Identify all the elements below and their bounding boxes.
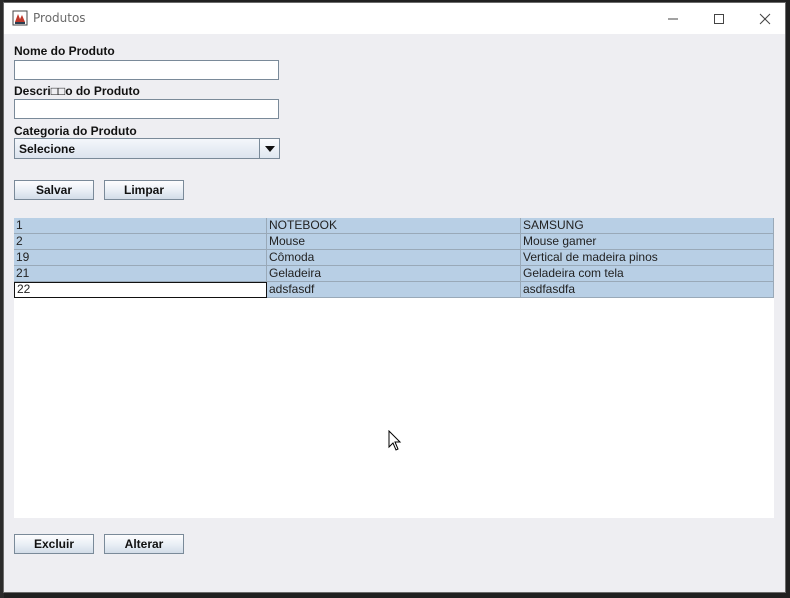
maximize-button[interactable] — [696, 3, 742, 34]
table-row[interactable]: 2 Mouse Mouse gamer — [14, 234, 774, 250]
table-cell-name[interactable]: adsfasdf — [267, 282, 521, 298]
edit-button[interactable]: Alterar — [104, 534, 184, 554]
close-button[interactable] — [742, 3, 788, 34]
window-title: Produtos — [33, 11, 86, 25]
table-cell-id[interactable]: 1 — [14, 218, 267, 234]
table-cell-id[interactable]: 21 — [14, 266, 267, 282]
category-label: Categoria do Produto — [14, 124, 137, 138]
minimize-button[interactable] — [650, 3, 696, 34]
table-cell-description[interactable]: SAMSUNG — [521, 218, 774, 234]
window-content: Nome do Produto Descri□□o do Produto Cat… — [4, 34, 785, 592]
table-cell-description[interactable]: Mouse gamer — [521, 234, 774, 250]
table-cell-description[interactable]: Vertical de madeira pinos — [521, 250, 774, 266]
maximize-icon — [714, 13, 724, 24]
table-cell-name[interactable]: Mouse — [267, 234, 521, 250]
save-button[interactable]: Salvar — [14, 180, 94, 200]
category-dropdown-button[interactable] — [259, 139, 279, 158]
table-cell-name[interactable]: Geladeira — [267, 266, 521, 282]
table-row[interactable]: 22 adsfasdf asdfasdfa — [14, 282, 774, 298]
delete-button[interactable]: Excluir — [14, 534, 94, 554]
category-select[interactable]: Selecione — [14, 138, 280, 159]
title-bar[interactable]: Produtos — [4, 3, 785, 34]
java-app-icon — [12, 10, 28, 26]
table-cell-name[interactable]: Cômoda — [267, 250, 521, 266]
produtos-window: Produtos Nome do Produto Descri□□o do Pr… — [3, 2, 786, 593]
products-table[interactable]: 1 NOTEBOOK SAMSUNG 2 Mouse Mouse gamer 1… — [14, 218, 774, 518]
table-cell-description[interactable]: asdfasdfa — [521, 282, 774, 298]
description-field[interactable] — [14, 99, 279, 119]
chevron-down-icon — [264, 145, 275, 152]
table-cell-id-focused[interactable]: 22 — [14, 282, 267, 298]
table-row[interactable]: 21 Geladeira Geladeira com tela — [14, 266, 774, 282]
table-cell-id[interactable]: 2 — [14, 234, 267, 250]
table-row[interactable]: 1 NOTEBOOK SAMSUNG — [14, 218, 774, 234]
name-field[interactable] — [14, 60, 279, 80]
mouse-pointer-icon — [388, 430, 402, 451]
close-icon — [759, 13, 771, 24]
name-label: Nome do Produto — [14, 44, 115, 58]
category-selected-value: Selecione — [19, 142, 76, 156]
clear-button[interactable]: Limpar — [104, 180, 184, 200]
table-cell-description[interactable]: Geladeira com tela — [521, 266, 774, 282]
minimize-icon — [668, 18, 678, 19]
table-cell-id[interactable]: 19 — [14, 250, 267, 266]
table-row[interactable]: 19 Cômoda Vertical de madeira pinos — [14, 250, 774, 266]
table-cell-name[interactable]: NOTEBOOK — [267, 218, 521, 234]
description-label: Descri□□o do Produto — [14, 84, 140, 98]
